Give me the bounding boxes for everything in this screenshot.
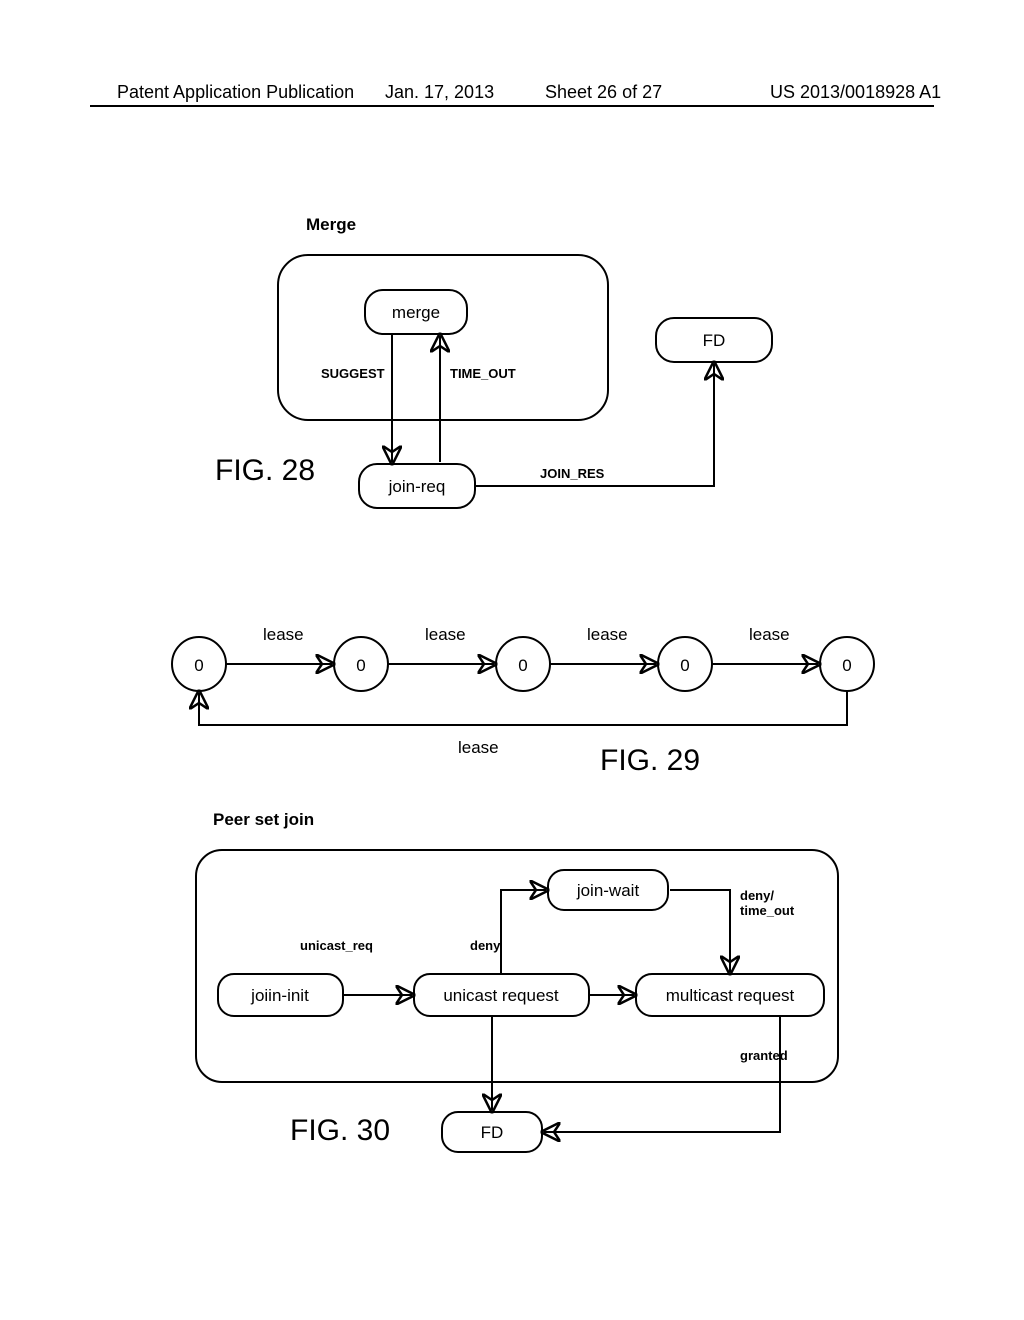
state-fd-30-label: FD [481, 1123, 504, 1142]
edge-deny [501, 890, 546, 974]
fig28-title: Merge [306, 215, 356, 234]
patent-page: Patent Application Publication Jan. 17, … [0, 0, 1024, 1320]
fig29-node-3: 0 [680, 656, 689, 675]
fig29-edge-0-label: lease [263, 625, 304, 644]
fig29-edge-1-label: lease [425, 625, 466, 644]
edge-joinres-label: JOIN_RES [540, 466, 605, 481]
fig29-node-0: 0 [194, 656, 203, 675]
edge-denyto-label2: time_out [740, 903, 795, 918]
fig29-loop [199, 691, 847, 725]
edge-granted-label: granted [740, 1048, 788, 1063]
state-joinwait-label: join-wait [576, 881, 640, 900]
fig29-node-4: 0 [842, 656, 851, 675]
state-joinreq-label: join-req [388, 477, 446, 496]
state-joininit-label: joiin-init [250, 986, 309, 1005]
edge-timeout-label: TIME_OUT [450, 366, 516, 381]
fig29-node-1: 0 [356, 656, 365, 675]
edge-granted [544, 1016, 780, 1132]
fig28-container [278, 255, 608, 420]
edge-denyto-label1: deny/ [740, 888, 774, 903]
diagram-canvas: Merge merge join-req FD SUGGEST TIME_OUT… [0, 0, 1024, 1320]
fig30-title: Peer set join [213, 810, 314, 829]
fig30-label: FIG. 30 [290, 1114, 390, 1147]
state-multicast-label: multicast request [666, 986, 795, 1005]
fig29-edge-3-label: lease [749, 625, 790, 644]
edge-unicastreq-label: unicast_req [300, 938, 373, 953]
fig29-edge-2-label: lease [587, 625, 628, 644]
fig29-loop-label: lease [458, 738, 499, 757]
edge-suggest-label: SUGGEST [321, 366, 385, 381]
edge-deny-label: deny [470, 938, 501, 953]
state-merge-label: merge [392, 303, 440, 322]
fig29-node-2: 0 [518, 656, 527, 675]
state-fd-28-label: FD [703, 331, 726, 350]
edge-denyto [670, 890, 730, 972]
state-unicast-label: unicast request [443, 986, 559, 1005]
fig29-label: FIG. 29 [600, 744, 700, 777]
fig28-label: FIG. 28 [215, 454, 315, 487]
